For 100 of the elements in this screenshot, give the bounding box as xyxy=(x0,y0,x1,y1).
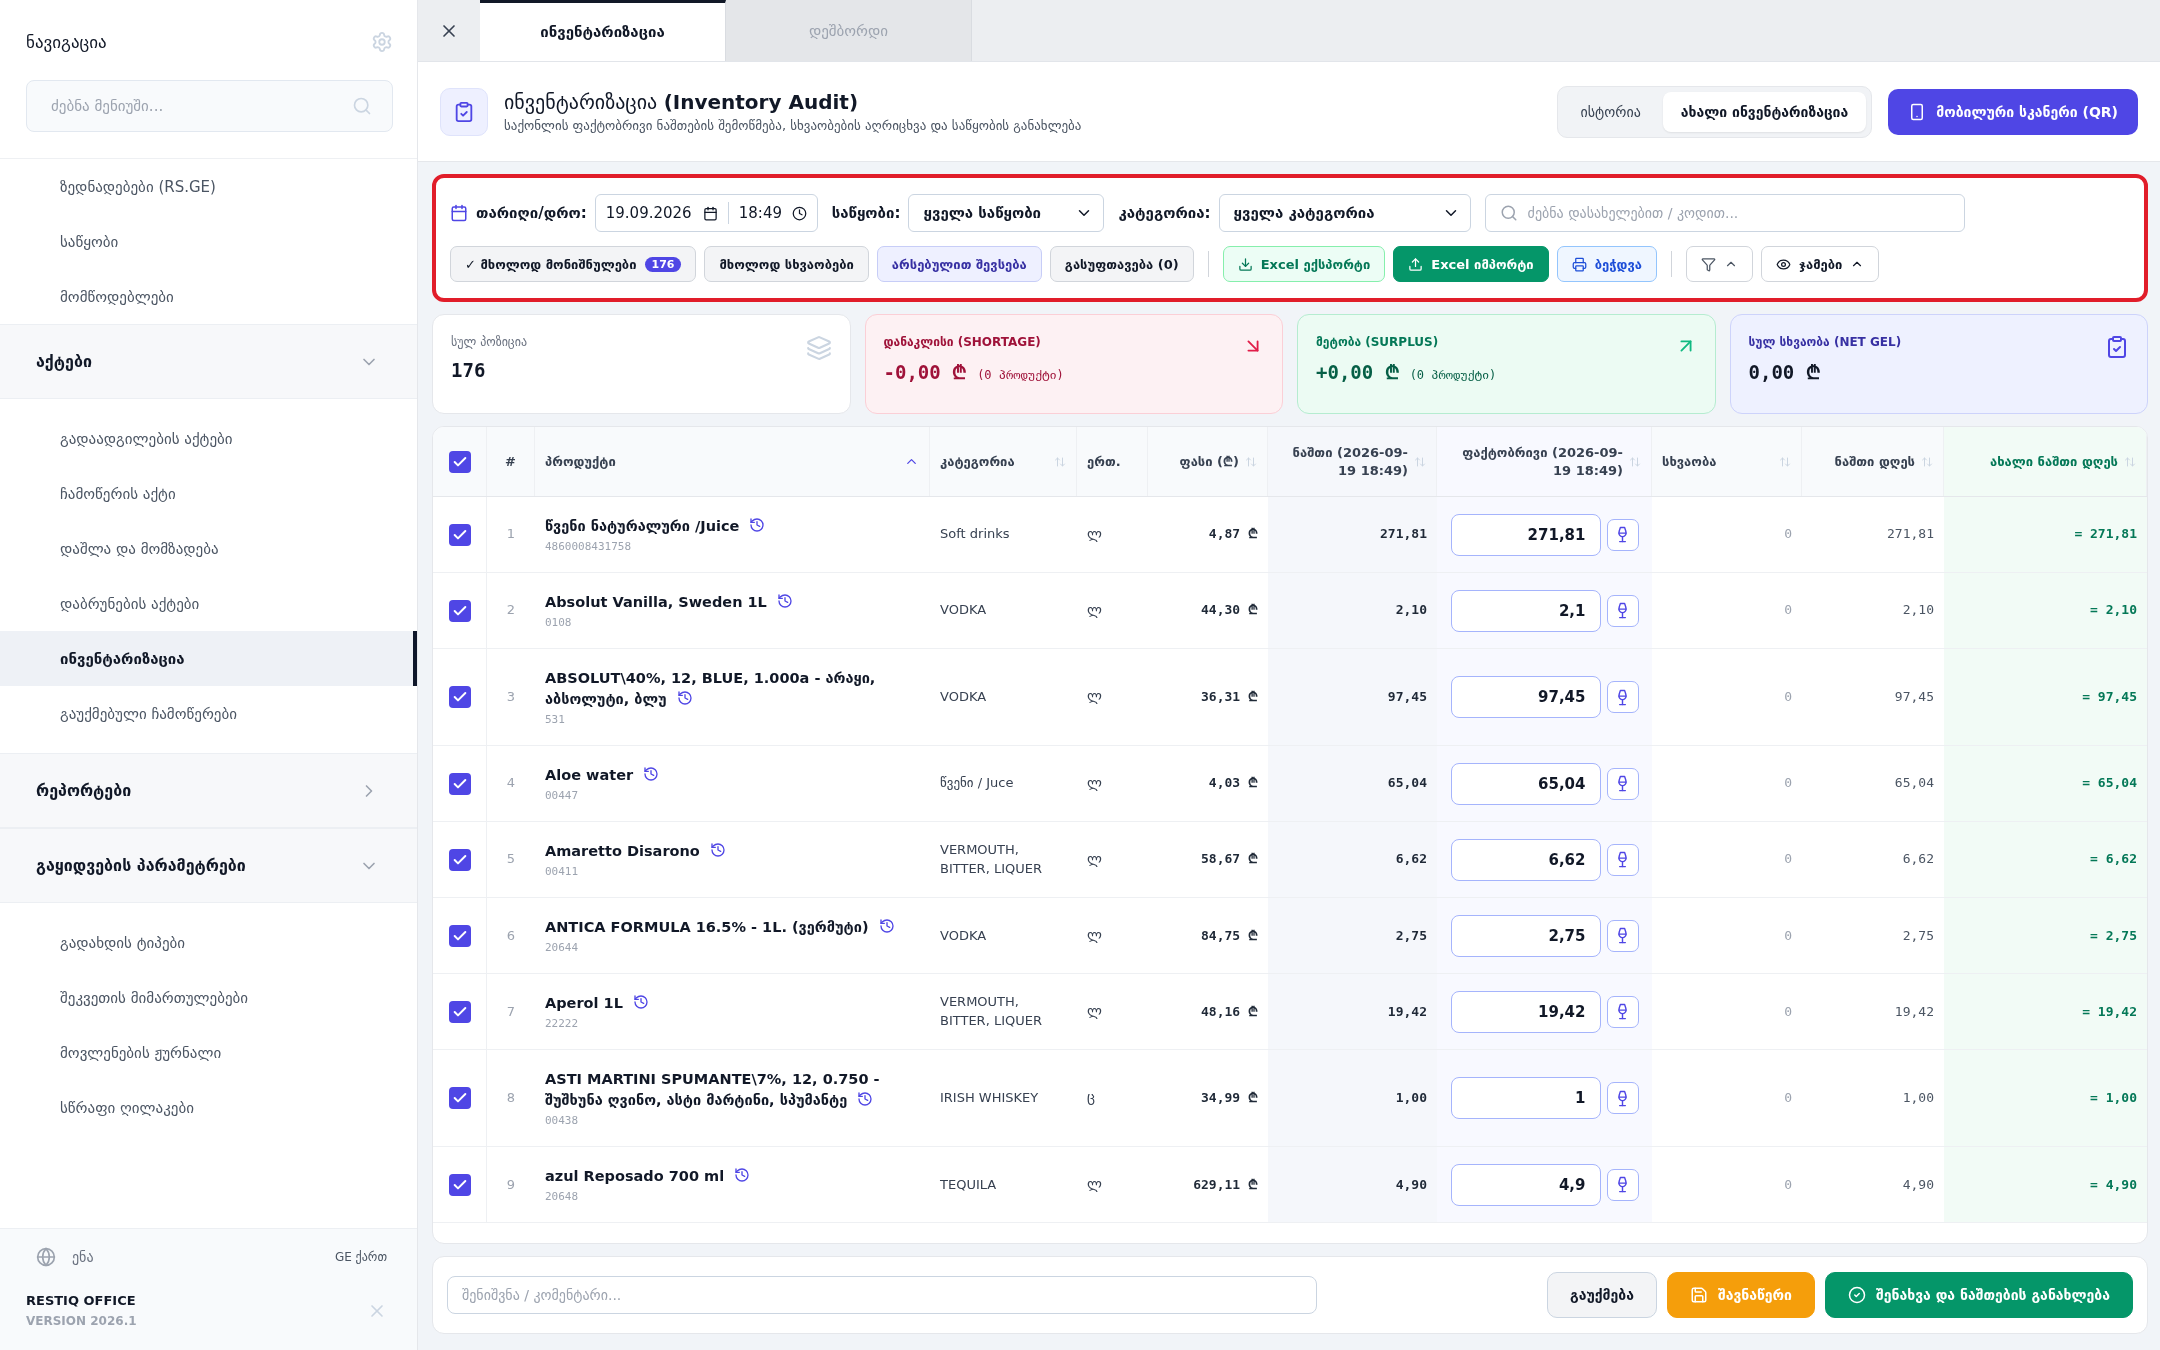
row-checkbox[interactable] xyxy=(448,599,471,622)
toolbar-button[interactable]: გასუფთავება (0) xyxy=(1049,246,1194,282)
sidebar-item[interactable]: დაბრუნების აქტები xyxy=(0,576,417,631)
product-code: 00447 xyxy=(545,789,580,803)
sidebar-group-header[interactable]: აქტები xyxy=(0,324,417,399)
sidebar-item[interactable]: შეკვეთის მიმართულებები xyxy=(0,970,417,1025)
sidebar-item[interactable]: ინვენტარიზაცია xyxy=(0,631,417,686)
column-header[interactable]: სხვაობა xyxy=(1662,452,1717,471)
row-checkbox[interactable] xyxy=(448,1087,471,1110)
column-header[interactable]: ერთ. xyxy=(1087,452,1121,471)
sidebar-item[interactable]: მომწოდებლები xyxy=(0,269,417,324)
view-toggle-option[interactable]: ახალი ინვენტარიზაცია xyxy=(1662,91,1867,132)
row-checkbox[interactable] xyxy=(448,772,471,795)
column-header[interactable]: ნაშთი (2026-09-19 18:49) xyxy=(1278,443,1408,480)
row-checkbox[interactable] xyxy=(448,686,471,709)
cancel-button[interactable]: გაუქმება xyxy=(1547,1272,1657,1318)
history-icon[interactable] xyxy=(676,690,693,707)
summary-label: მეტობა (SURPLUS) xyxy=(1316,335,1440,349)
sidebar-item[interactable]: გადაადგილების აქტები xyxy=(0,411,417,466)
wine-glass-button[interactable] xyxy=(1606,1082,1639,1115)
difference-cell: 0 xyxy=(1784,1175,1792,1194)
totals-dropdown-button[interactable]: ჯამები xyxy=(1760,246,1880,282)
wine-glass-button[interactable] xyxy=(1606,681,1639,714)
sidebar-item[interactable]: სწრაფი ღილაკები xyxy=(0,1080,417,1135)
row-checkbox[interactable] xyxy=(448,1173,471,1196)
column-header[interactable]: კატეგორია xyxy=(940,452,1015,471)
sidebar-item[interactable]: საწყობი xyxy=(0,214,417,269)
quantity-input[interactable]: 1 xyxy=(1450,1077,1601,1120)
price-cell: 629,11 ₾ xyxy=(1193,1175,1258,1194)
history-icon[interactable] xyxy=(734,1167,751,1184)
sidebar-item[interactable]: დაშლა და მომზადება xyxy=(0,521,417,576)
history-icon[interactable] xyxy=(749,517,766,533)
history-icon[interactable] xyxy=(857,1091,874,1108)
warehouse-select[interactable]: ყველა საწყობი xyxy=(908,194,1105,232)
quantity-input[interactable]: 97,45 xyxy=(1450,676,1601,719)
sidebar-item[interactable]: გადახდის ტიპები xyxy=(0,915,417,970)
sidebar-item[interactable]: ჩამოწერის აქტი xyxy=(0,466,417,521)
column-header[interactable]: ნაშთი დღეს xyxy=(1812,452,1915,471)
wine-glass-button[interactable] xyxy=(1606,767,1639,800)
product-name: Aperol 1L xyxy=(545,993,649,1015)
new-stock-cell: = 65,04 xyxy=(2082,774,2137,793)
wine-glass-button[interactable] xyxy=(1606,843,1639,876)
view-toggle-option[interactable]: ისტორია xyxy=(1562,91,1659,132)
column-header[interactable]: ფასი (₾) xyxy=(1158,452,1239,471)
toolbar-button[interactable]: Excel იმპორტი xyxy=(1393,246,1549,282)
product-code: 20644 xyxy=(545,941,580,955)
toolbar-button[interactable]: მხოლოდ სხვაობები xyxy=(704,246,869,282)
tab[interactable]: ინვენტარიზაცია xyxy=(480,0,726,61)
printer-icon xyxy=(1571,256,1587,272)
toolbar-button[interactable]: ბეჭდვა xyxy=(1556,246,1657,282)
summary-note: (0 პროდუქტი) xyxy=(977,368,1064,382)
search-icon xyxy=(1499,204,1518,222)
wine-glass-button[interactable] xyxy=(1606,919,1639,952)
sidebar-item[interactable]: ზედნადებები (RS.GE) xyxy=(0,159,417,214)
stock-cell: 19,42 xyxy=(1387,1002,1427,1021)
stock-today-cell: 271,81 xyxy=(1887,525,1934,544)
row-checkbox[interactable] xyxy=(448,924,471,947)
category-cell: VODKA xyxy=(940,601,987,620)
quantity-input[interactable]: 271,81 xyxy=(1450,513,1601,556)
history-icon[interactable] xyxy=(643,766,660,783)
row-checkbox[interactable] xyxy=(448,1000,471,1023)
sidebar-group-header[interactable]: რეპორტები xyxy=(0,753,417,828)
sidebar-group-header[interactable]: გაყიდვების პარამეტრები xyxy=(0,828,417,903)
quantity-input[interactable]: 6,62 xyxy=(1450,838,1601,881)
history-icon[interactable] xyxy=(878,918,895,935)
mobile-scanner-button[interactable]: მობილური სკანერი (QR) xyxy=(1888,88,2138,135)
sidebar-item[interactable]: მოვლენების ჟურნალი xyxy=(0,1025,417,1080)
product-name: Aloe water xyxy=(545,765,660,787)
quantity-input[interactable]: 4,9 xyxy=(1450,1163,1601,1206)
quantity-input[interactable]: 65,04 xyxy=(1450,762,1601,805)
history-icon[interactable] xyxy=(632,994,649,1011)
language-selector[interactable]: GE ქართ xyxy=(334,1250,387,1264)
history-icon[interactable] xyxy=(776,593,793,609)
row-checkbox[interactable] xyxy=(448,523,471,546)
sidebar-item[interactable]: გაუქმებული ჩამოწერები xyxy=(0,686,417,741)
row-checkbox[interactable] xyxy=(448,848,471,871)
quantity-input[interactable]: 2,75 xyxy=(1450,914,1601,957)
row-number: 3 xyxy=(506,687,516,706)
price-cell-text: 36,31 ₾ xyxy=(1201,687,1258,706)
category-cell-text: VODKA xyxy=(940,687,987,706)
filter-dropdown-button[interactable] xyxy=(1685,246,1753,282)
toolbar-button[interactable]: ✓ მხოლოდ მონიშნულები 176 xyxy=(450,246,697,282)
save-button[interactable]: შენახვა და ნაშთების განახლება xyxy=(1825,1272,2133,1318)
wine-glass-button[interactable] xyxy=(1606,1168,1639,1201)
select-all-checkbox[interactable] xyxy=(448,450,471,473)
toolbar-button[interactable]: არსებულით შევსება xyxy=(876,246,1042,282)
layers-icon xyxy=(805,335,832,361)
wine-glass-button[interactable] xyxy=(1606,518,1639,551)
quantity-input[interactable]: 2,1 xyxy=(1450,589,1601,632)
column-header[interactable]: # xyxy=(505,452,516,471)
clipboard-check-icon xyxy=(2105,335,2129,359)
column-header[interactable]: პროდუქტი xyxy=(545,452,616,471)
toolbar-button[interactable]: Excel ექსპორტი xyxy=(1222,246,1386,282)
category-select[interactable]: ყველა კატეგორია xyxy=(1218,194,1471,232)
column-header[interactable]: ფაქტობრივი (2026-09-19 18:49) xyxy=(1447,443,1623,480)
wine-glass-button[interactable] xyxy=(1606,594,1639,627)
wine-glass-button[interactable] xyxy=(1606,995,1639,1028)
product-name: ANTICA FORMULA 16.5% - 1L. (ვერმუტი) xyxy=(545,917,895,939)
quantity-input[interactable]: 19,42 xyxy=(1450,990,1601,1033)
history-icon[interactable] xyxy=(709,842,726,859)
